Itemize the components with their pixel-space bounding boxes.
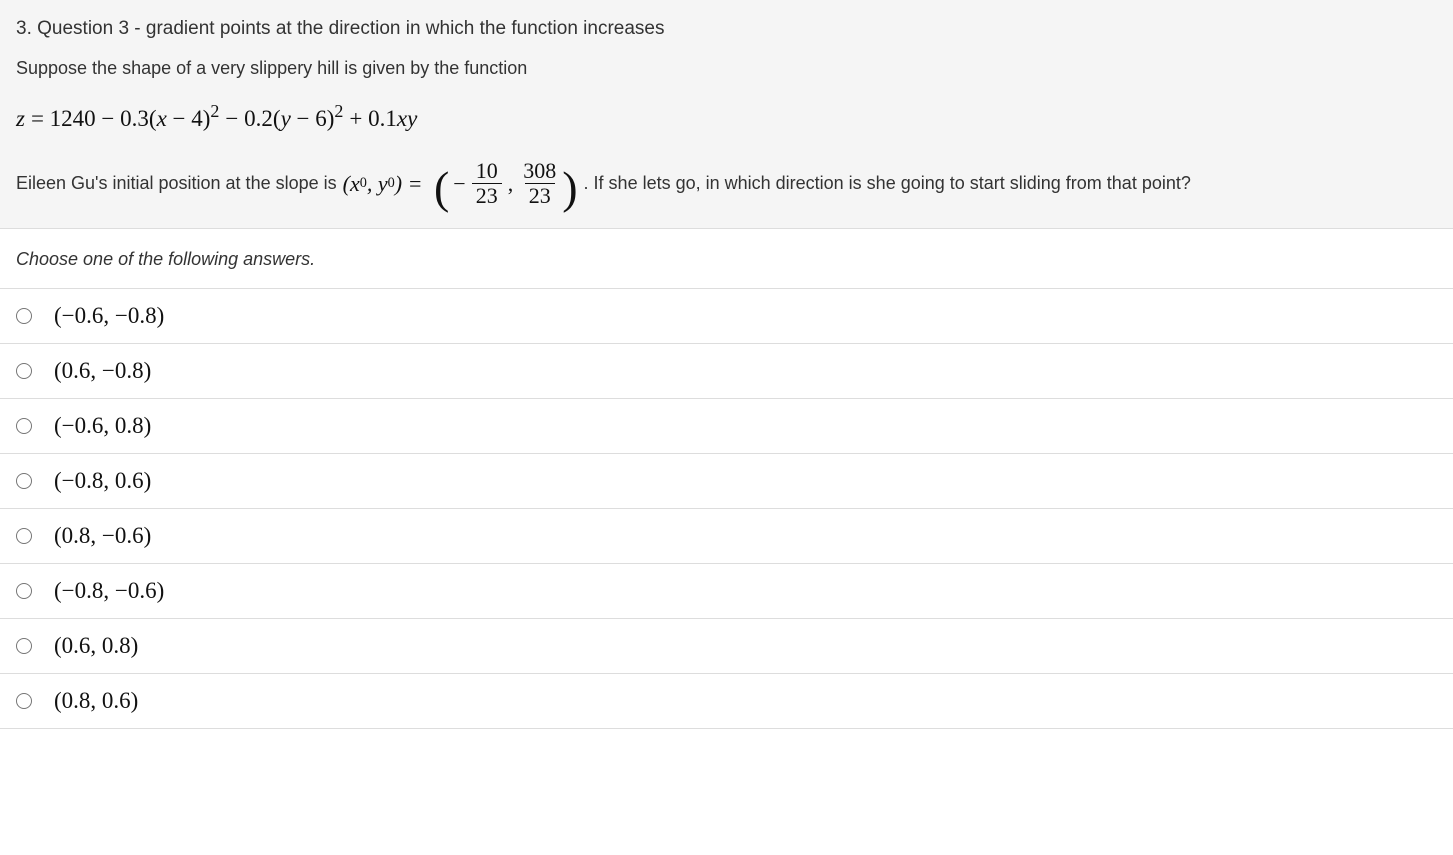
- option-label: (−0.6, 0.8): [54, 413, 151, 439]
- option-row[interactable]: (−0.8, 0.6): [0, 454, 1453, 509]
- question-title: 3. Question 3 - gradient points at the d…: [16, 18, 1437, 40]
- choose-instruction: Choose one of the following answers.: [16, 249, 1437, 278]
- option-row[interactable]: (0.8, −0.6): [0, 509, 1453, 564]
- question-header: 3. Question 3 - gradient points at the d…: [0, 0, 1453, 229]
- position-suffix: . If she lets go, in which direction is …: [584, 173, 1191, 194]
- position-prefix: Eileen Gu's initial position at the slop…: [16, 173, 337, 194]
- option-label: (−0.8, 0.6): [54, 468, 151, 494]
- option-label: (−0.6, −0.8): [54, 303, 164, 329]
- option-radio[interactable]: [16, 363, 32, 379]
- option-radio[interactable]: [16, 308, 32, 324]
- option-row[interactable]: (0.6, 0.8): [0, 619, 1453, 674]
- question-prompt-intro: Suppose the shape of a very slippery hil…: [16, 58, 1437, 79]
- option-label: (0.6, −0.8): [54, 358, 151, 384]
- option-radio[interactable]: [16, 473, 32, 489]
- equation-block: z = 1240 − 0.3(x − 4)2 − 0.2(y − 6)2 + 0…: [16, 101, 1437, 133]
- option-label: (−0.8, −0.6): [54, 578, 164, 604]
- option-label: (0.6, 0.8): [54, 633, 138, 659]
- initial-point-value: ( − 10 23 , 308 23 ): [434, 159, 578, 208]
- option-row[interactable]: (−0.8, −0.6): [0, 564, 1453, 619]
- position-line: Eileen Gu's initial position at the slop…: [16, 159, 1437, 208]
- option-radio[interactable]: [16, 638, 32, 654]
- option-row[interactable]: (0.6, −0.8): [0, 344, 1453, 399]
- option-radio[interactable]: [16, 693, 32, 709]
- instructions-block: Choose one of the following answers.: [0, 229, 1453, 288]
- option-label: (0.8, −0.6): [54, 523, 151, 549]
- option-radio[interactable]: [16, 528, 32, 544]
- option-row[interactable]: (0.8, 0.6): [0, 674, 1453, 729]
- option-radio[interactable]: [16, 418, 32, 434]
- initial-point-symbol: (x0, y0) =: [343, 171, 428, 197]
- options-list: (−0.6, −0.8) (0.6, −0.8) (−0.6, 0.8) (−0…: [0, 288, 1453, 729]
- option-row[interactable]: (−0.6, −0.8): [0, 289, 1453, 344]
- option-radio[interactable]: [16, 583, 32, 599]
- option-row[interactable]: (−0.6, 0.8): [0, 399, 1453, 454]
- option-label: (0.8, 0.6): [54, 688, 138, 714]
